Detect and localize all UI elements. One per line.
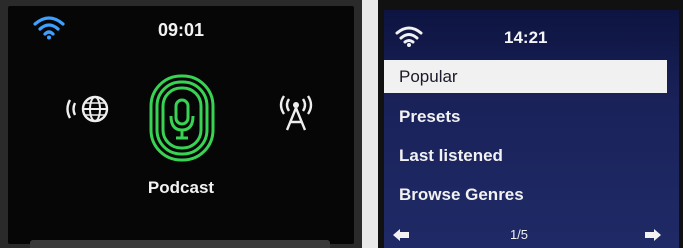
pager: 1/5	[384, 224, 679, 248]
menu-item-presets[interactable]: Presets	[384, 97, 679, 136]
arrow-right-icon[interactable]	[644, 228, 662, 242]
menu-item-last-listened[interactable]: Last listened	[384, 136, 679, 175]
radio-antenna-icon	[279, 95, 313, 131]
right-screen: 14:21 Popular Presets Last listened Brow…	[384, 10, 679, 248]
clock: 09:01	[157, 20, 205, 40]
clock: 14:21	[504, 28, 548, 47]
wifi-icon	[395, 26, 423, 47]
menu-item-popular[interactable]: Popular	[384, 60, 667, 93]
internet-radio-icon	[66, 95, 109, 123]
podcast-microphone-icon[interactable]	[149, 74, 215, 162]
left-device: 09:01 Podcast	[0, 0, 362, 248]
menu-item-browse-genres[interactable]: Browse Genres	[384, 175, 679, 214]
selected-mode-label: Podcast	[147, 178, 215, 197]
device-bezel	[30, 240, 330, 248]
left-screen: 09:01 Podcast	[8, 6, 354, 244]
right-device: 14:21 Popular Presets Last listened Brow…	[378, 0, 683, 248]
page-indicator: 1/5	[509, 227, 529, 242]
menu-list: Popular Presets Last listened Browse Gen…	[384, 60, 679, 214]
